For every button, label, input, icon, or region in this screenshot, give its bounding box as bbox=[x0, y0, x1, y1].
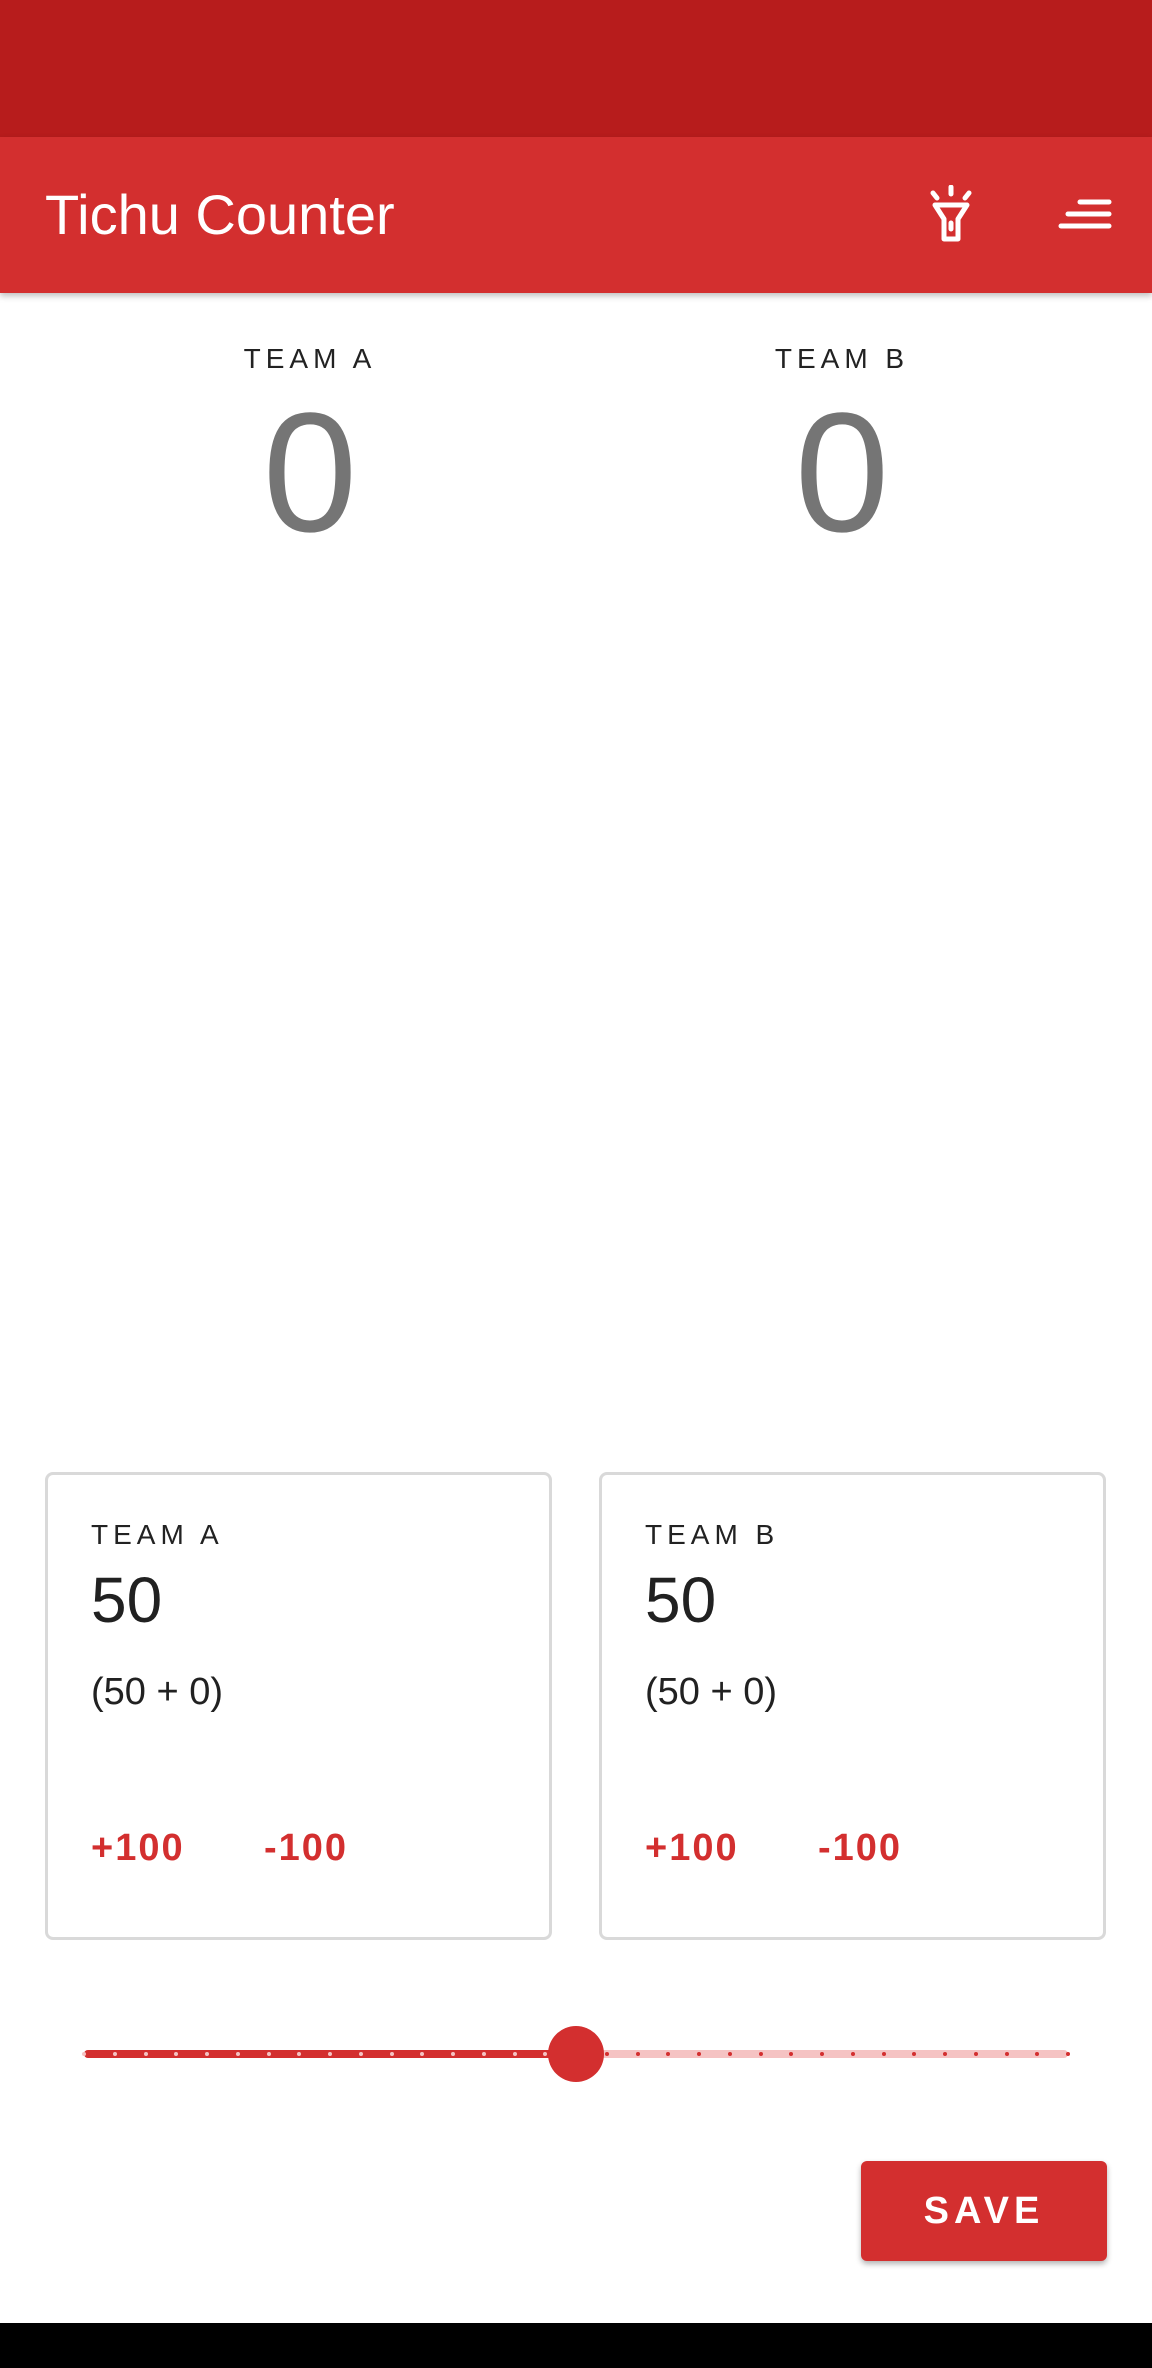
round-card-team-b: TEAM B 50 (50 + 0) +100 -100 bbox=[599, 1472, 1106, 1940]
slider-tick bbox=[912, 2052, 917, 2056]
team-a-plus-100-button[interactable]: +100 bbox=[91, 1827, 185, 1870]
slider-tick bbox=[481, 2052, 486, 2056]
slider-tick bbox=[143, 2052, 148, 2056]
slider-tick bbox=[451, 2052, 455, 2056]
slider-tick bbox=[235, 2052, 240, 2056]
slider-tick bbox=[1035, 2052, 1040, 2056]
team-b-score: 0 bbox=[794, 378, 890, 568]
scoreboard-team-a: TEAM A 0 bbox=[22, 293, 598, 563]
slider-tick bbox=[174, 2052, 179, 2056]
slider-tick bbox=[697, 2052, 701, 2056]
team-a-label: TEAM A bbox=[243, 343, 377, 374]
flashlight-icon[interactable] bbox=[914, 178, 988, 252]
slider-tick bbox=[881, 2052, 886, 2056]
slider-tick bbox=[297, 2052, 302, 2056]
slider-thumb[interactable] bbox=[548, 2026, 604, 2082]
card-round-total: 50 bbox=[645, 1564, 717, 1636]
slider-tick bbox=[1066, 2052, 1070, 2056]
team-b-minus-100-button[interactable]: -100 bbox=[818, 1827, 902, 1870]
slider-tick bbox=[850, 2052, 855, 2056]
slider-tick bbox=[420, 2052, 425, 2056]
slider-tick bbox=[543, 2052, 548, 2056]
card-team-label: TEAM B bbox=[645, 1519, 780, 1550]
card-round-total: 50 bbox=[91, 1564, 163, 1636]
slider-tick bbox=[789, 2052, 794, 2056]
app-bar: Tichu Counter bbox=[0, 137, 1152, 293]
slider-tick bbox=[112, 2052, 117, 2056]
slider-tick bbox=[1004, 2052, 1009, 2056]
scoreboard-team-b: TEAM B 0 bbox=[554, 293, 1130, 563]
team-b-label: TEAM B bbox=[774, 343, 910, 374]
slider-tick bbox=[389, 2052, 394, 2056]
slider-tick bbox=[973, 2052, 978, 2056]
navigation-bar bbox=[0, 2323, 1152, 2368]
slider-tick bbox=[358, 2052, 363, 2056]
slider-tick bbox=[604, 2052, 609, 2056]
slider-tick bbox=[512, 2052, 517, 2056]
slider-tick bbox=[266, 2052, 271, 2056]
status-bar bbox=[0, 0, 1152, 137]
round-card-team-a: TEAM A 50 (50 + 0) +100 -100 bbox=[45, 1472, 552, 1940]
slider-tick bbox=[758, 2052, 763, 2056]
slider-tick bbox=[820, 2052, 824, 2056]
team-a-score: 0 bbox=[262, 378, 358, 568]
card-round-breakdown: (50 + 0) bbox=[645, 1671, 778, 1713]
slider-tick bbox=[205, 2052, 209, 2056]
app-title: Tichu Counter bbox=[45, 183, 395, 246]
points-slider[interactable] bbox=[82, 2024, 1070, 2084]
slider-tick bbox=[943, 2052, 947, 2056]
team-b-plus-100-button[interactable]: +100 bbox=[645, 1827, 739, 1870]
slider-tick bbox=[635, 2052, 640, 2056]
slider-tick bbox=[666, 2052, 671, 2056]
save-button[interactable]: SAVE bbox=[861, 2161, 1107, 2261]
team-a-minus-100-button[interactable]: -100 bbox=[264, 1827, 348, 1870]
menu-icon[interactable] bbox=[1048, 178, 1122, 252]
slider-tick bbox=[82, 2052, 86, 2056]
slider-tick bbox=[328, 2052, 332, 2056]
card-team-label: TEAM A bbox=[91, 1519, 224, 1550]
card-round-breakdown: (50 + 0) bbox=[91, 1671, 224, 1713]
slider-tick bbox=[727, 2052, 732, 2056]
